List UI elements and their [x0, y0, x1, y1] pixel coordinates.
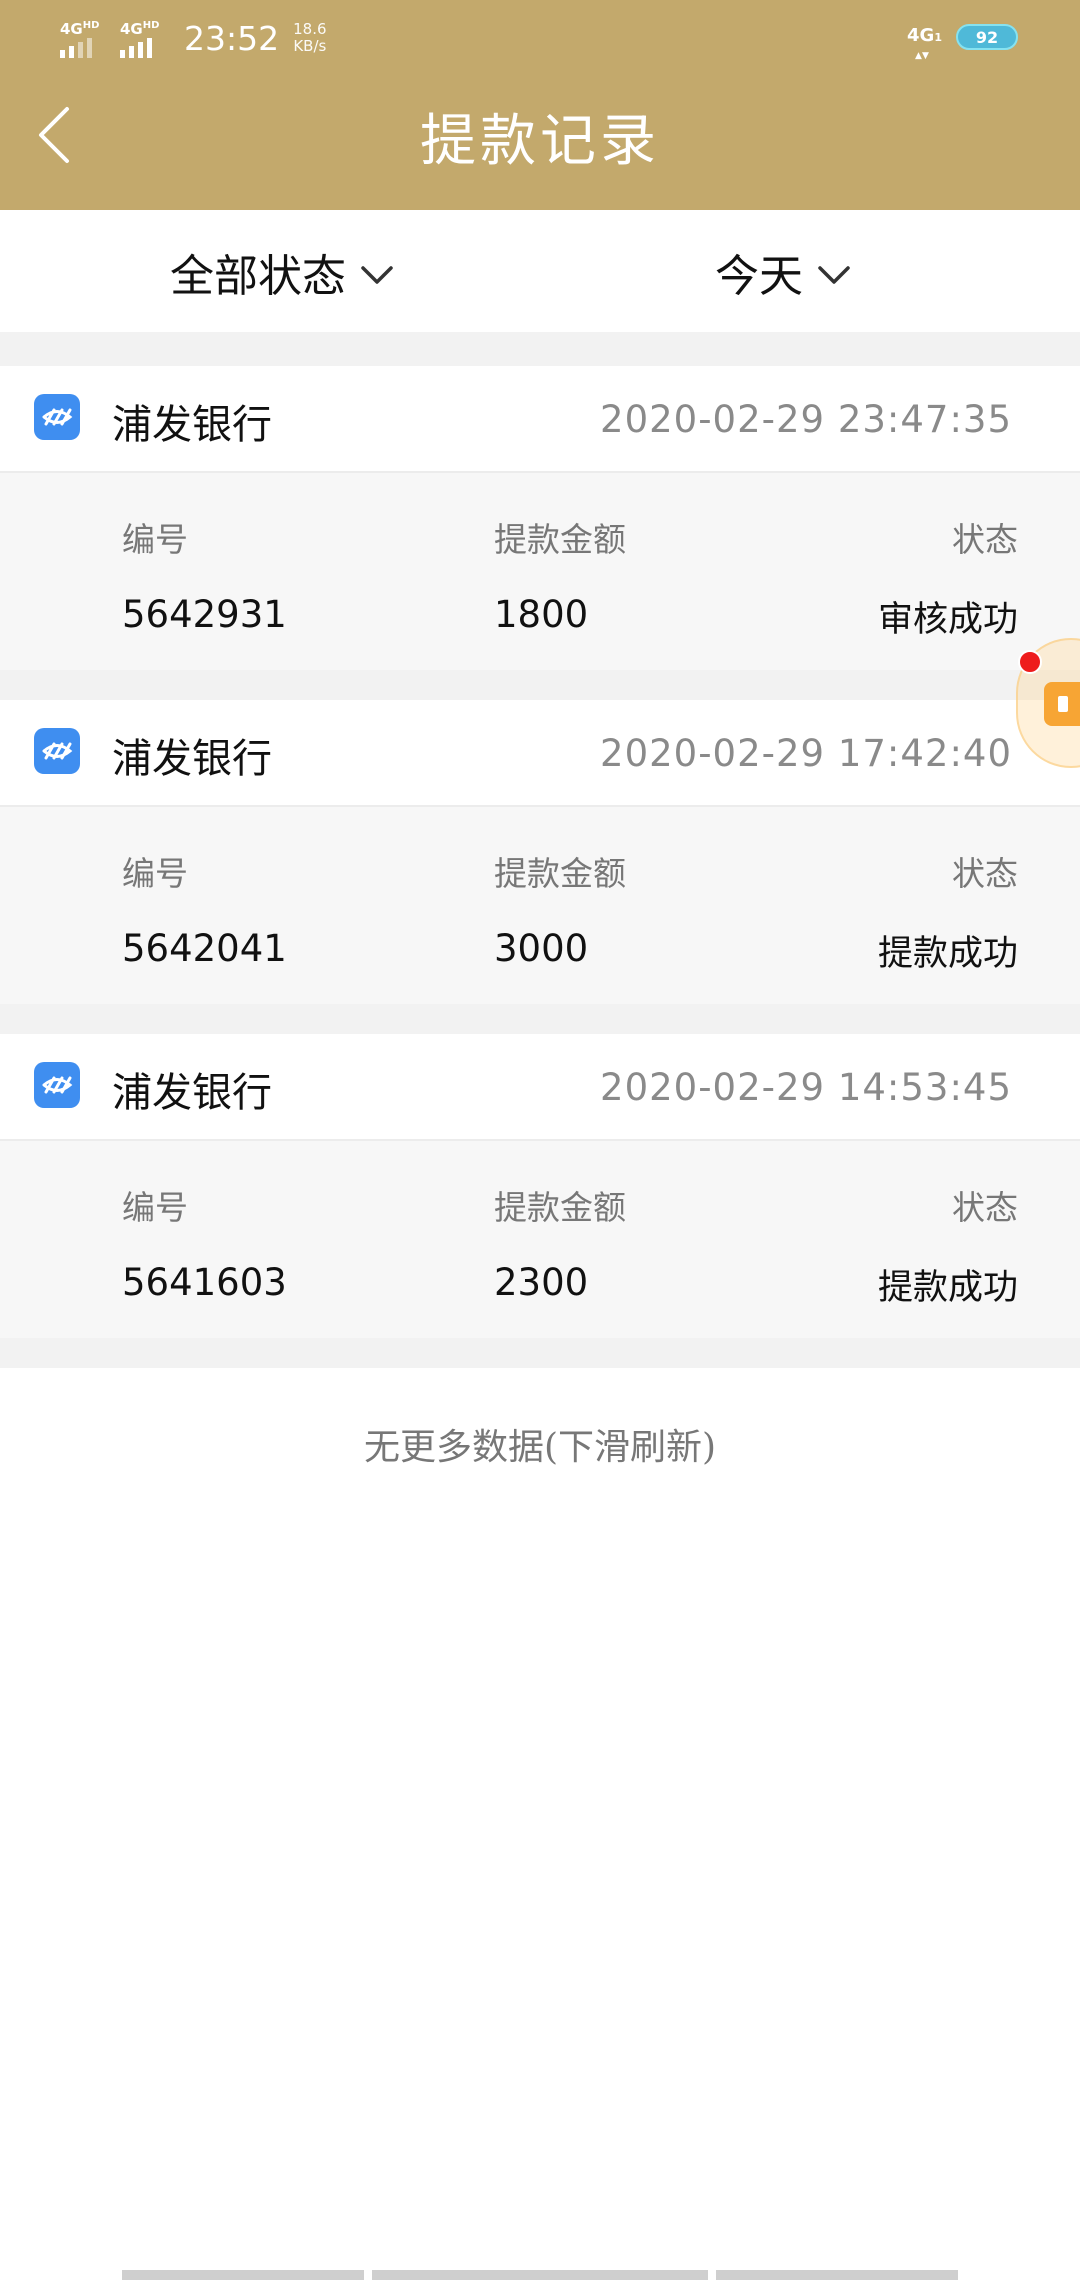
battery-icon: 92: [956, 24, 1018, 50]
record-amount: 1800: [494, 593, 589, 636]
status-label: 状态: [952, 520, 1018, 559]
withdrawal-record[interactable]: 浦发银行 2020-02-29 17:42:40 编号 提款金额 状态 5642…: [0, 700, 1080, 1004]
record-details: 编号 提款金额 状态 5642931 1800 审核成功: [0, 473, 1080, 670]
record-amount: 2300: [494, 1261, 589, 1304]
date-filter-label: 今天: [715, 251, 803, 302]
record-header: 浦发银行 2020-02-29 17:42:40: [0, 700, 1080, 807]
bank-logo-icon: [34, 1062, 80, 1108]
scroll-indicator: [716, 2270, 958, 2280]
number-label: 编号: [122, 520, 188, 559]
amount-label: 提款金额: [494, 854, 626, 893]
divider: [0, 670, 1080, 700]
withdrawal-record[interactable]: 浦发银行 2020-02-29 14:53:45 编号 提款金额 状态 5641…: [0, 1034, 1080, 1338]
number-label: 编号: [122, 1188, 188, 1227]
record-amount: 3000: [494, 927, 589, 970]
tv-icon: [1044, 682, 1080, 726]
record-header: 浦发银行 2020-02-29 14:53:45: [0, 1034, 1080, 1141]
network-type-icon: 4G1 ▲▼: [907, 25, 942, 62]
record-datetime: 2020-02-29 14:53:45: [600, 1066, 1012, 1109]
bank-name: 浦发银行: [112, 402, 272, 448]
record-status: 审核成功: [877, 600, 1018, 640]
network-speed: 18.6 KB/s: [293, 20, 327, 55]
bank-logo-icon: [34, 728, 80, 774]
status-bar-left: 4GHD 4GHD 23:52 18.6 KB/s: [58, 18, 327, 58]
bank-name: 浦发银行: [112, 736, 272, 782]
record-datetime: 2020-02-29 17:42:40: [600, 732, 1012, 775]
page-title: 提款记录: [420, 109, 660, 174]
battery-level: 92: [975, 27, 999, 47]
record-details: 编号 提款金额 状态 5641603 2300 提款成功: [0, 1141, 1080, 1338]
record-status: 提款成功: [877, 1268, 1018, 1308]
filter-bar: 全部状态 今天: [0, 210, 1080, 332]
status-bar-right: 4G1 ▲▼ 92: [907, 24, 1018, 62]
number-label: 编号: [122, 854, 188, 893]
app-header: 4GHD 4GHD 23:52 18.6 KB/s 4G1 ▲▼ 92 提款记录: [0, 0, 1080, 210]
record-datetime: 2020-02-29 23:47:35: [600, 398, 1012, 441]
chevron-down-icon: [818, 266, 850, 284]
scroll-indicator: [372, 2270, 708, 2280]
date-filter-dropdown[interactable]: 今天: [715, 240, 851, 304]
withdrawal-record[interactable]: 浦发银行 2020-02-29 23:47:35 编号 提款金额 状态 5642…: [0, 366, 1080, 670]
bank-logo-icon: [34, 394, 80, 440]
record-header: 浦发银行 2020-02-29 23:47:35: [0, 366, 1080, 473]
sim1-signal-icon: 4GHD: [58, 18, 108, 58]
chevron-down-icon: [361, 266, 393, 284]
status-filter-label: 全部状态: [170, 251, 346, 302]
divider: [0, 332, 1080, 366]
record-number: 5641603: [122, 1261, 287, 1304]
status-clock: 23:52: [184, 18, 280, 58]
record-status: 提款成功: [877, 934, 1018, 974]
status-label: 状态: [952, 854, 1018, 893]
record-number: 5642931: [122, 593, 287, 636]
record-details: 编号 提款金额 状态 5642041 3000 提款成功: [0, 807, 1080, 1004]
status-label: 状态: [952, 1188, 1018, 1227]
record-number: 5642041: [122, 927, 287, 970]
sim2-signal-icon: 4GHD: [118, 18, 168, 58]
no-more-data-hint: 无更多数据(下滑刷新): [363, 1427, 717, 1468]
amount-label: 提款金额: [494, 520, 626, 559]
notification-dot: [1018, 650, 1042, 674]
status-filter-dropdown[interactable]: 全部状态: [170, 240, 394, 304]
divider: [0, 1338, 1080, 1368]
bank-name: 浦发银行: [112, 1070, 272, 1116]
scroll-indicator: [122, 2270, 364, 2280]
divider: [0, 1004, 1080, 1034]
amount-label: 提款金额: [494, 1188, 626, 1227]
